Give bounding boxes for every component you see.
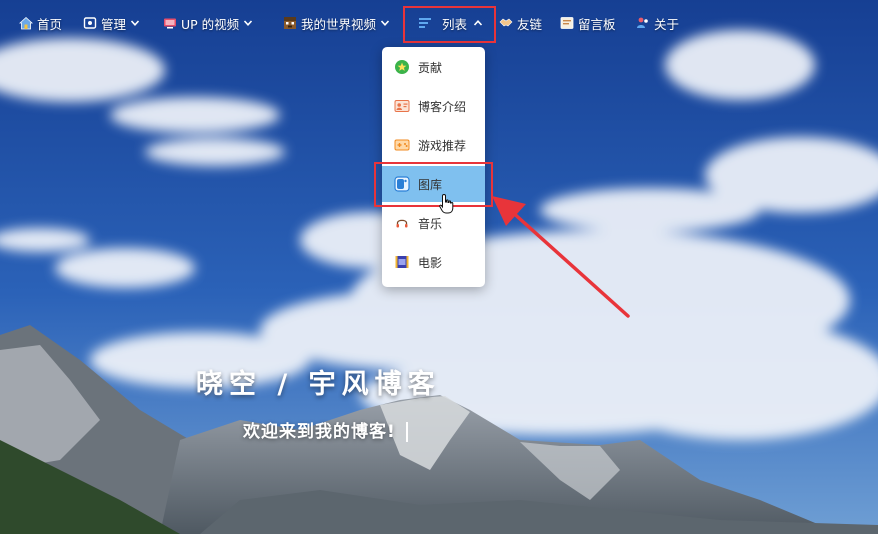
hero-subtitle: 欢迎来到我的博客! bbox=[243, 417, 408, 442]
nav-guestbook[interactable]: 留言板 bbox=[560, 12, 616, 34]
annotation-arrow bbox=[492, 196, 630, 318]
nav-minecraft-videos[interactable]: 我的世界视频 bbox=[283, 12, 390, 34]
dropdown-item-contribution[interactable]: 贡献 bbox=[382, 49, 485, 85]
nav-up-videos[interactable]: UP 的视频 bbox=[163, 12, 253, 34]
chevron-down-icon bbox=[244, 20, 253, 26]
user-group-icon bbox=[636, 16, 650, 30]
star-badge-icon bbox=[394, 59, 410, 75]
gallery-highlight-box bbox=[374, 162, 493, 207]
nav-about[interactable]: 关于 bbox=[636, 12, 679, 34]
handshake-icon bbox=[499, 16, 513, 30]
tv-icon bbox=[163, 16, 177, 30]
list-highlight-box bbox=[403, 6, 496, 43]
minecraft-icon bbox=[283, 16, 297, 30]
film-icon bbox=[394, 254, 410, 270]
chevron-down-icon bbox=[130, 20, 140, 26]
nav-home[interactable]: 首页 bbox=[18, 12, 62, 34]
dropdown-item-game-recommend[interactable]: 游戏推荐 bbox=[382, 127, 485, 163]
dropdown-item-blog-intro[interactable]: 博客介绍 bbox=[382, 88, 485, 124]
home-icon bbox=[18, 16, 34, 30]
hero-title: 晓空 / 宇风博客 bbox=[196, 369, 441, 400]
dropdown-item-movie[interactable]: 电影 bbox=[382, 244, 485, 280]
nav-manage[interactable]: 管理 bbox=[83, 12, 140, 34]
guestbook-icon bbox=[560, 16, 574, 30]
hand-cursor-icon bbox=[439, 193, 454, 214]
manage-icon bbox=[83, 16, 97, 30]
dropdown-item-music[interactable]: 音乐 bbox=[382, 205, 485, 241]
gamepad-icon bbox=[394, 137, 410, 153]
id-card-icon bbox=[394, 98, 410, 114]
nav-friends[interactable]: 友链 bbox=[499, 12, 542, 34]
typing-caret bbox=[405, 422, 408, 442]
chevron-down-icon bbox=[380, 20, 390, 26]
headphones-icon bbox=[394, 215, 410, 231]
